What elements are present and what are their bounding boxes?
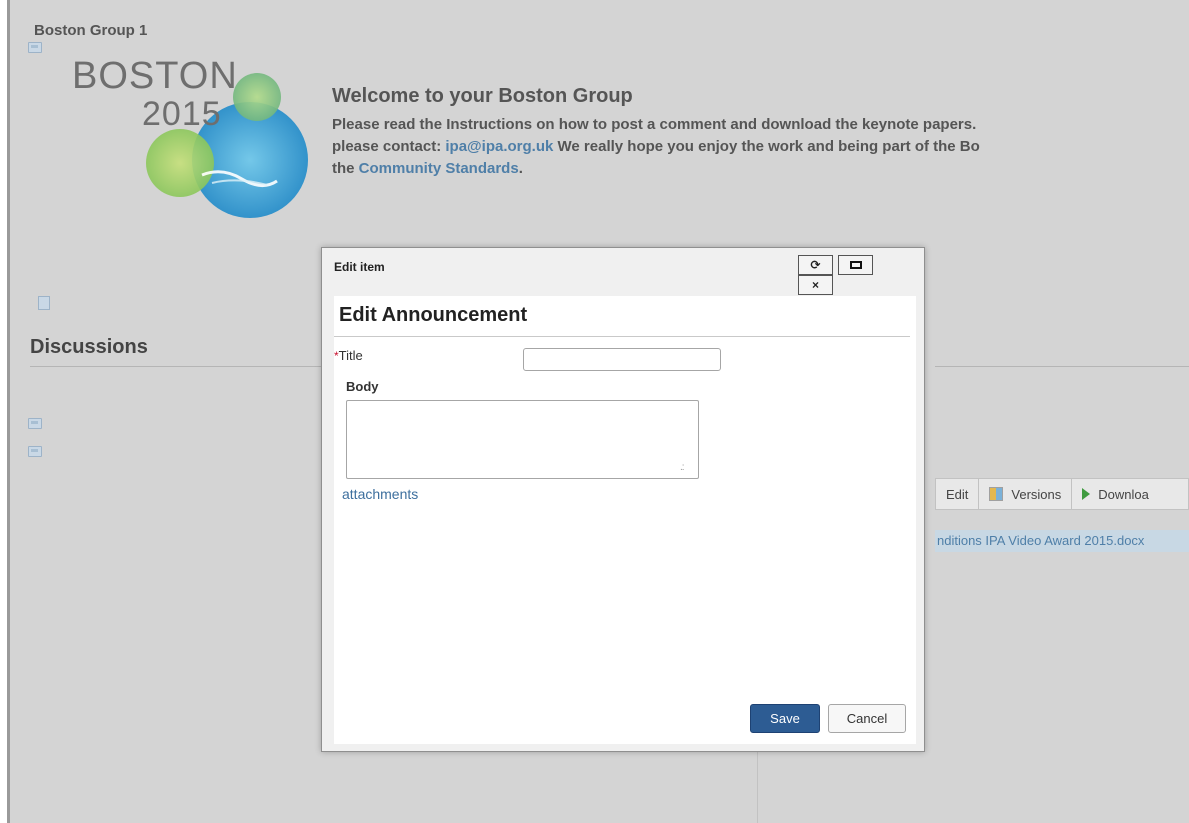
discussions-heading: Discussions — [30, 336, 148, 358]
close-button[interactable]: × — [798, 275, 833, 295]
save-button[interactable]: Save — [750, 704, 820, 733]
welcome-section: Welcome to your Boston Group Please read… — [332, 85, 1189, 180]
email-link[interactable]: ipa@ipa.org.uk — [445, 138, 553, 155]
play-download-icon — [1082, 488, 1091, 500]
file-row[interactable]: nditions IPA Video Award 2015.docx — [935, 530, 1189, 552]
attachments-link[interactable]: attachments — [342, 486, 418, 502]
title-label-text: Title — [338, 348, 363, 363]
edit-announcement-heading: Edit Announcement — [339, 304, 528, 326]
discussions-divider — [30, 366, 330, 367]
refresh-icon: ⟳ — [810, 258, 821, 272]
boston-2015-logo: BOSTON 2015 — [72, 55, 322, 225]
logo-text-boston: BOSTON — [72, 55, 238, 97]
resize-grip-icon[interactable]: .: — [680, 462, 684, 473]
welcome-title: Welcome to your Boston Group — [332, 85, 633, 107]
edit-document-button[interactable]: Edit — [936, 479, 980, 509]
right-divider — [935, 366, 1189, 367]
welcome-line-1: Please read the Instructions on how to p… — [332, 116, 977, 133]
versions-label: Versions — [1011, 486, 1062, 502]
cancel-button[interactable]: Cancel — [828, 704, 906, 733]
column-divider — [757, 745, 758, 823]
title-field-label: *Title — [334, 348, 363, 363]
download-label: Downloa — [1098, 486, 1149, 502]
welcome-line-3: the Community Standards. — [332, 158, 1189, 180]
discussion-comment-icon[interactable] — [28, 418, 42, 429]
versions-icon — [989, 487, 1004, 501]
title-input[interactable] — [523, 348, 721, 371]
body-field-label: Body — [346, 379, 379, 394]
versions-button[interactable]: Versions — [979, 479, 1073, 509]
welcome-line-2-suffix: We really hope you enjoy the work and be… — [553, 138, 980, 155]
welcome-line-3-suffix: . — [518, 160, 523, 177]
welcome-line-2-prefix: please contact: — [332, 138, 446, 155]
welcome-line-3-prefix: the — [332, 160, 359, 177]
welcome-line-2: please contact: ipa@ipa.org.uk We really… — [332, 136, 1189, 158]
heading-divider — [334, 336, 910, 337]
body-textarea[interactable] — [346, 400, 699, 479]
community-standards-link[interactable]: Community Standards — [359, 160, 519, 177]
dialog-title: Edit item — [334, 260, 385, 274]
group-title: Boston Group 1 — [34, 22, 148, 39]
dialog-body: Edit Announcement *Title Body .: attachm… — [334, 296, 916, 744]
left-border — [0, 0, 10, 823]
download-button[interactable]: Downloa — [1072, 479, 1159, 509]
logo-text-year: 2015 — [142, 95, 222, 133]
maximize-button[interactable] — [838, 255, 873, 275]
edit-item-dialog: Edit item ⟳ × Edit Announcement *Title B… — [321, 247, 925, 752]
edit-label: Edit — [946, 486, 969, 502]
group-comment-icon[interactable] — [28, 42, 42, 53]
file-name-link[interactable]: nditions IPA Video Award 2015.docx — [937, 533, 1144, 548]
discussion-comment-icon[interactable] — [28, 446, 42, 457]
close-icon: × — [811, 278, 819, 292]
refresh-button[interactable]: ⟳ — [798, 255, 833, 275]
edit-page-icon[interactable] — [38, 296, 50, 310]
document-toolbar: Edit Versions Downloa — [935, 478, 1189, 510]
maximize-icon — [849, 261, 862, 269]
